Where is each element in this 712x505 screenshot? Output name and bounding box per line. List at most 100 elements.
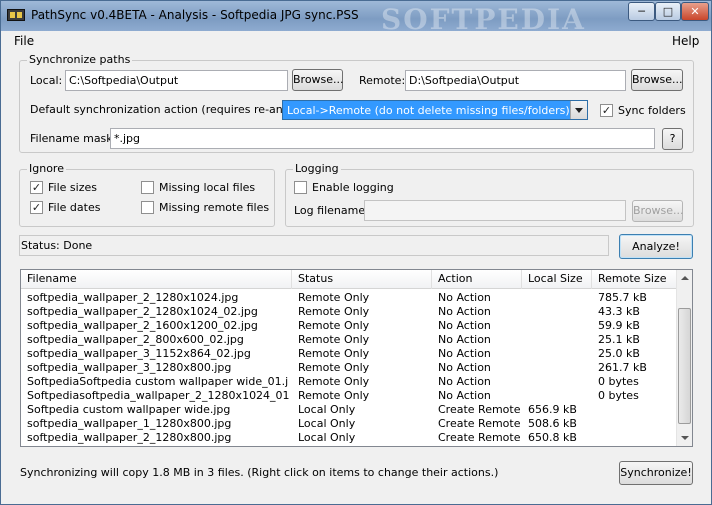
- file-dates-label: File dates: [48, 201, 101, 214]
- sync-folders-checkbox[interactable]: ✓: [600, 104, 613, 117]
- cell-action: No Action: [438, 319, 491, 332]
- cell-remote-size: 59.9 kB: [598, 319, 640, 332]
- sync-action-select[interactable]: Local->Remote (do not delete missing fil…: [282, 100, 588, 120]
- cell-local-size: [528, 375, 594, 389]
- column-status[interactable]: Status: [292, 270, 432, 289]
- cell-local-size: [528, 305, 594, 319]
- table-row[interactable]: softpedia_wallpaper_2_1280x800.jpg Local …: [21, 431, 677, 445]
- chevron-down-icon[interactable]: [570, 101, 587, 119]
- cell-action: No Action: [438, 389, 491, 402]
- local-label: Local:: [30, 74, 63, 87]
- table-row[interactable]: SoftpediaSoftpedia custom wallpaper wide…: [21, 375, 677, 389]
- column-filename[interactable]: Filename: [21, 270, 292, 289]
- filename-mask-input[interactable]: *.jpg: [110, 128, 655, 149]
- column-remote-size[interactable]: Remote Size: [592, 270, 677, 289]
- cell-local-size: [528, 333, 594, 347]
- cell-status: Remote Only: [298, 389, 370, 402]
- ignore-legend: Ignore: [27, 162, 66, 175]
- log-filename-input[interactable]: [364, 200, 626, 221]
- cell-action: No Action: [438, 333, 491, 346]
- enable-logging-checkbox[interactable]: [294, 181, 307, 194]
- file-list[interactable]: Filename Status Action Local Size Remote…: [20, 269, 693, 447]
- synchronize-button[interactable]: Synchronize!: [619, 461, 693, 485]
- logging-legend: Logging: [293, 162, 341, 175]
- status-bar: Status: Done: [19, 235, 609, 256]
- maximize-button[interactable]: □: [655, 2, 681, 21]
- scroll-down-icon[interactable]: [677, 430, 692, 446]
- scroll-up-icon[interactable]: [677, 270, 692, 286]
- analyze-button[interactable]: Analyze!: [619, 234, 693, 259]
- ignore-group: Ignore: [19, 162, 275, 227]
- minimize-button[interactable]: ─: [628, 2, 655, 21]
- cell-remote-size: [598, 403, 674, 417]
- menu-bar: File Help: [1, 32, 711, 51]
- cell-filename: softpedia_wallpaper_3_1280x800.jpg: [27, 361, 232, 374]
- mask-label: Filename mask:: [30, 132, 117, 145]
- cell-local-size: [528, 319, 594, 333]
- cell-local-size: [528, 291, 594, 305]
- cell-remote-size: 25.0 kB: [598, 347, 640, 360]
- column-local-size[interactable]: Local Size: [522, 270, 592, 289]
- cell-local-size: [528, 347, 594, 361]
- cell-action: Create Remote: [438, 431, 521, 444]
- table-row[interactable]: softpedia_wallpaper_2_800x600_02.jpg Remo…: [21, 333, 677, 347]
- cell-filename: SoftpediaSoftpedia custom wallpaper wide…: [27, 375, 289, 388]
- file-sizes-checkbox[interactable]: ✓: [30, 181, 43, 194]
- local-path-input[interactable]: C:\Softpedia\Output: [65, 70, 288, 91]
- table-row[interactable]: Softpediasoftpedia_wallpaper_2_1280x1024…: [21, 389, 677, 403]
- cell-status: Remote Only: [298, 347, 370, 360]
- sync-paths-legend: Synchronize paths: [27, 53, 133, 66]
- cell-status: Remote Only: [298, 361, 370, 374]
- remote-browse-button[interactable]: Browse...: [631, 69, 683, 91]
- cell-action: No Action: [438, 361, 491, 374]
- log-browse-button[interactable]: Browse...: [632, 200, 684, 222]
- list-header: Filename Status Action Local Size Remote…: [21, 270, 677, 289]
- table-row[interactable]: softpedia_wallpaper_2_1280x1024_02.jpg Re…: [21, 305, 677, 319]
- enable-logging-label: Enable logging: [312, 181, 394, 194]
- cell-filename: softpedia_wallpaper_2_1280x1024.jpg: [27, 291, 239, 304]
- table-row[interactable]: softpedia_wallpaper_2_1600x1200_02.jpg Re…: [21, 319, 677, 333]
- mask-help-button[interactable]: ?: [662, 128, 683, 150]
- cell-filename: softpedia_wallpaper_2_800x600_02.jpg: [27, 333, 244, 346]
- close-button[interactable]: ✕: [681, 2, 709, 21]
- table-row[interactable]: softpedia_wallpaper_3_1152x864_02.jpg Rem…: [21, 347, 677, 361]
- cell-filename: softpedia_wallpaper_2_1600x1200_02.jpg: [27, 319, 258, 332]
- cell-filename: softpedia_wallpaper_3_1152x864_02.jpg: [27, 347, 251, 360]
- cell-remote-size: 0 bytes: [598, 375, 639, 388]
- table-row[interactable]: softpedia_wallpaper_2_1280x1024.jpg Remot…: [21, 291, 677, 305]
- table-row[interactable]: softpedia_wallpaper_3_1280x800.jpg Remote…: [21, 361, 677, 375]
- cell-remote-size: 785.7 kB: [598, 291, 647, 304]
- cell-status: Remote Only: [298, 333, 370, 346]
- app-icon: [7, 9, 25, 21]
- column-action[interactable]: Action: [432, 270, 522, 289]
- cell-action: No Action: [438, 375, 491, 388]
- cell-filename: softpedia_wallpaper_2_1280x1024_02.jpg: [27, 305, 258, 318]
- file-dates-checkbox[interactable]: ✓: [30, 201, 43, 214]
- missing-local-label: Missing local files: [159, 181, 256, 194]
- title-bar[interactable]: PathSync v0.4BETA - Analysis - Softpedia…: [1, 1, 711, 36]
- menu-help[interactable]: Help: [672, 34, 699, 48]
- menu-file[interactable]: File: [14, 34, 34, 48]
- missing-remote-checkbox[interactable]: [141, 201, 154, 214]
- app-window: PathSync v0.4BETA - Analysis - Softpedia…: [0, 0, 712, 505]
- status-text: Status: Done: [21, 239, 93, 252]
- cell-action: No Action: [438, 291, 491, 304]
- log-filename-label: Log filename:: [294, 204, 369, 217]
- missing-local-checkbox[interactable]: [141, 181, 154, 194]
- cell-filename: Softpedia custom wallpaper wide.jpg: [27, 403, 231, 416]
- scroll-thumb[interactable]: [678, 308, 691, 424]
- cell-action: No Action: [438, 347, 491, 360]
- cell-local-size: 508.6 kB: [528, 417, 577, 430]
- local-browse-button[interactable]: Browse...: [292, 69, 344, 91]
- cell-status: Local Only: [298, 403, 356, 416]
- cell-filename: softpedia_wallpaper_1_1280x800.jpg: [27, 417, 232, 430]
- vertical-scrollbar[interactable]: [676, 270, 692, 446]
- table-row[interactable]: Softpedia custom wallpaper wide.jpg Local…: [21, 403, 677, 417]
- table-row[interactable]: softpedia_wallpaper_1_1280x800.jpg Local …: [21, 417, 677, 431]
- cell-filename: Softpediasoftpedia_wallpaper_2_1280x1024…: [27, 389, 289, 402]
- cell-remote-size: 261.7 kB: [598, 361, 647, 374]
- cell-status: Remote Only: [298, 319, 370, 332]
- cell-remote-size: [598, 417, 674, 431]
- cell-status: Remote Only: [298, 375, 370, 388]
- remote-path-input[interactable]: D:\Softpedia\Output: [405, 70, 626, 91]
